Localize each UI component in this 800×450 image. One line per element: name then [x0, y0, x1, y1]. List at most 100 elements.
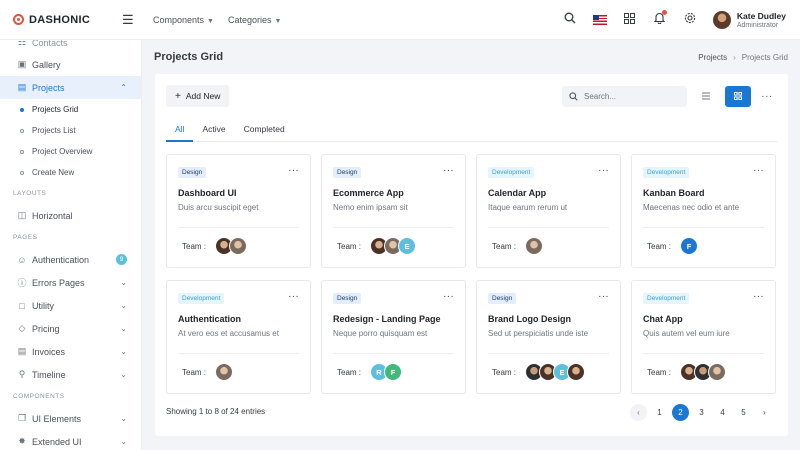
- sidebar-section-components: COMPONENTS: [13, 393, 65, 400]
- project-team: Team :: [647, 362, 727, 382]
- page-button[interactable]: 1: [651, 404, 668, 421]
- sidebar-item-timeline[interactable]: ⚲ Timeline ⌄: [0, 363, 141, 386]
- prev-page-button[interactable]: ‹: [630, 404, 647, 421]
- list-view-button[interactable]: [693, 86, 719, 107]
- card-divider: [333, 227, 454, 228]
- project-card[interactable]: Design ··· Brand Logo Design Sed ut pers…: [476, 280, 621, 394]
- bullet-icon: [20, 149, 24, 154]
- project-card[interactable]: Development ··· Kanban Board Maecenas ne…: [631, 154, 776, 268]
- search-input[interactable]: [584, 91, 679, 101]
- sidebar-item-utility[interactable]: □ Utility ⌄: [0, 294, 141, 317]
- gear-icon[interactable]: [683, 12, 697, 27]
- more-options-icon[interactable]: ···: [598, 165, 609, 176]
- sidebar-item-horizontal[interactable]: ◫ Horizontal: [0, 204, 141, 227]
- user-menu[interactable]: Kate Dudley Administrator: [712, 10, 786, 29]
- search-icon[interactable]: [563, 12, 577, 27]
- topnav-components[interactable]: Components ▼: [153, 15, 214, 25]
- project-card[interactable]: Development ··· Chat App Quis autem vel …: [631, 280, 776, 394]
- sidebar-item-authentication[interactable]: ☺ Authentication 9: [0, 248, 141, 271]
- page-button[interactable]: 3: [693, 404, 710, 421]
- more-options-icon[interactable]: ···: [757, 91, 777, 102]
- team-avatar[interactable]: [215, 363, 234, 381]
- more-options-icon[interactable]: ···: [598, 291, 609, 302]
- project-title[interactable]: Redesign - Landing Page: [333, 314, 454, 324]
- sidebar-sub-project-overview[interactable]: Project Overview: [0, 141, 141, 162]
- topnav-categories[interactable]: Categories ▼: [228, 15, 281, 25]
- sidebar-item-contacts[interactable]: ☷ Contacts: [0, 40, 141, 48]
- sidebar-item-projects[interactable]: ▤ Projects ⌃: [0, 76, 141, 99]
- more-options-icon[interactable]: ···: [288, 165, 299, 176]
- brand[interactable]: DASHONIC: [0, 14, 142, 26]
- card-divider: [178, 353, 299, 354]
- more-options-icon[interactable]: ···: [443, 291, 454, 302]
- project-tag: Development: [488, 167, 535, 178]
- project-description: Neque porro quisquam est: [333, 329, 428, 338]
- user-name: Kate Dudley: [736, 10, 786, 21]
- team-label: Team :: [647, 241, 672, 251]
- sidebar-sub-projects-grid[interactable]: Projects Grid: [0, 99, 141, 120]
- breadcrumb-current: Projects Grid: [741, 52, 788, 62]
- team-avatar[interactable]: [708, 363, 727, 381]
- plus-icon: +: [175, 90, 181, 102]
- chevron-down-icon: ⌄: [120, 370, 127, 379]
- project-description: Sed ut perspiciatis unde iste: [488, 329, 589, 338]
- project-card[interactable]: Design ··· Dashboard UI Duis arcu suscip…: [166, 154, 311, 268]
- layout-icon: ◫: [17, 210, 27, 220]
- menu-toggle-icon[interactable]: ☰: [122, 12, 142, 28]
- team-avatar[interactable]: [567, 363, 586, 381]
- breadcrumb-projects[interactable]: Projects: [698, 53, 727, 62]
- chevron-down-icon: ⌄: [120, 324, 127, 333]
- top-nav: Components ▼ Categories ▼: [153, 15, 281, 25]
- sidebar-item-errors[interactable]: ⓘ Errors Pages ⌄: [0, 271, 141, 294]
- team-avatar-letter[interactable]: F: [384, 363, 403, 381]
- tag-icon: ◇: [18, 323, 26, 333]
- bullet-icon: [20, 170, 24, 175]
- project-title[interactable]: Ecommerce App: [333, 188, 454, 198]
- project-title[interactable]: Kanban Board: [643, 188, 764, 198]
- add-new-button[interactable]: + Add New: [166, 85, 230, 107]
- project-title[interactable]: Dashboard UI: [178, 188, 299, 198]
- team-avatar[interactable]: [229, 237, 248, 255]
- pagination: ‹ 1 2 3 4 5 ›: [630, 404, 773, 421]
- us-flag-icon[interactable]: [592, 14, 607, 25]
- apps-grid-icon[interactable]: [623, 12, 637, 27]
- tab-active[interactable]: Active: [193, 124, 234, 142]
- briefcase-icon: ▤: [17, 82, 27, 92]
- page-button[interactable]: 4: [714, 404, 731, 421]
- project-card[interactable]: Development ··· Calendar App Itaque earu…: [476, 154, 621, 268]
- project-title[interactable]: Authentication: [178, 314, 299, 324]
- project-tag: Design: [488, 293, 517, 304]
- tab-completed[interactable]: Completed: [235, 124, 294, 142]
- more-options-icon[interactable]: ···: [753, 291, 764, 302]
- bell-icon[interactable]: [653, 10, 667, 27]
- next-page-button[interactable]: ›: [756, 404, 773, 421]
- more-options-icon[interactable]: ···: [443, 165, 454, 176]
- sidebar: ☷ Contacts ▣ Gallery ▤ Projects ⌃ Projec…: [0, 40, 142, 450]
- sidebar-sub-projects-list[interactable]: Projects List: [0, 120, 141, 141]
- team-avatar-letter[interactable]: F: [680, 237, 699, 255]
- grid-view-button[interactable]: [725, 85, 751, 107]
- more-options-icon[interactable]: ···: [288, 291, 299, 302]
- project-title[interactable]: Brand Logo Design: [488, 314, 609, 324]
- project-card[interactable]: Design ··· Ecommerce App Nemo enim ipsam…: [321, 154, 466, 268]
- chevron-down-icon: ⌄: [120, 347, 127, 356]
- project-card[interactable]: Design ··· Redesign - Landing Page Neque…: [321, 280, 466, 394]
- page-button[interactable]: 5: [735, 404, 752, 421]
- sidebar-sub-create-new[interactable]: Create New: [0, 162, 141, 183]
- chevron-right-icon: ›: [733, 52, 736, 62]
- sidebar-item-pricing[interactable]: ◇ Pricing ⌄: [0, 317, 141, 340]
- team-avatar-letter[interactable]: E: [398, 237, 417, 255]
- more-options-icon[interactable]: ···: [753, 165, 764, 176]
- project-title[interactable]: Chat App: [643, 314, 764, 324]
- project-title[interactable]: Calendar App: [488, 188, 609, 198]
- sidebar-item-extended-ui[interactable]: ✸ Extended UI ⌄: [0, 430, 141, 450]
- sidebar-item-gallery[interactable]: ▣ Gallery: [0, 53, 141, 76]
- project-card[interactable]: Development ··· Authentication At vero e…: [166, 280, 311, 394]
- sidebar-item-ui-elements[interactable]: ❐ UI Elements ⌄: [0, 407, 141, 430]
- sidebar-item-invoices[interactable]: ▤ Invoices ⌄: [0, 340, 141, 363]
- page-button-current[interactable]: 2: [672, 404, 689, 421]
- tab-all[interactable]: All: [166, 124, 194, 142]
- team-avatar[interactable]: [525, 237, 544, 255]
- card-divider: [488, 353, 609, 354]
- project-team: Team : E: [492, 362, 586, 382]
